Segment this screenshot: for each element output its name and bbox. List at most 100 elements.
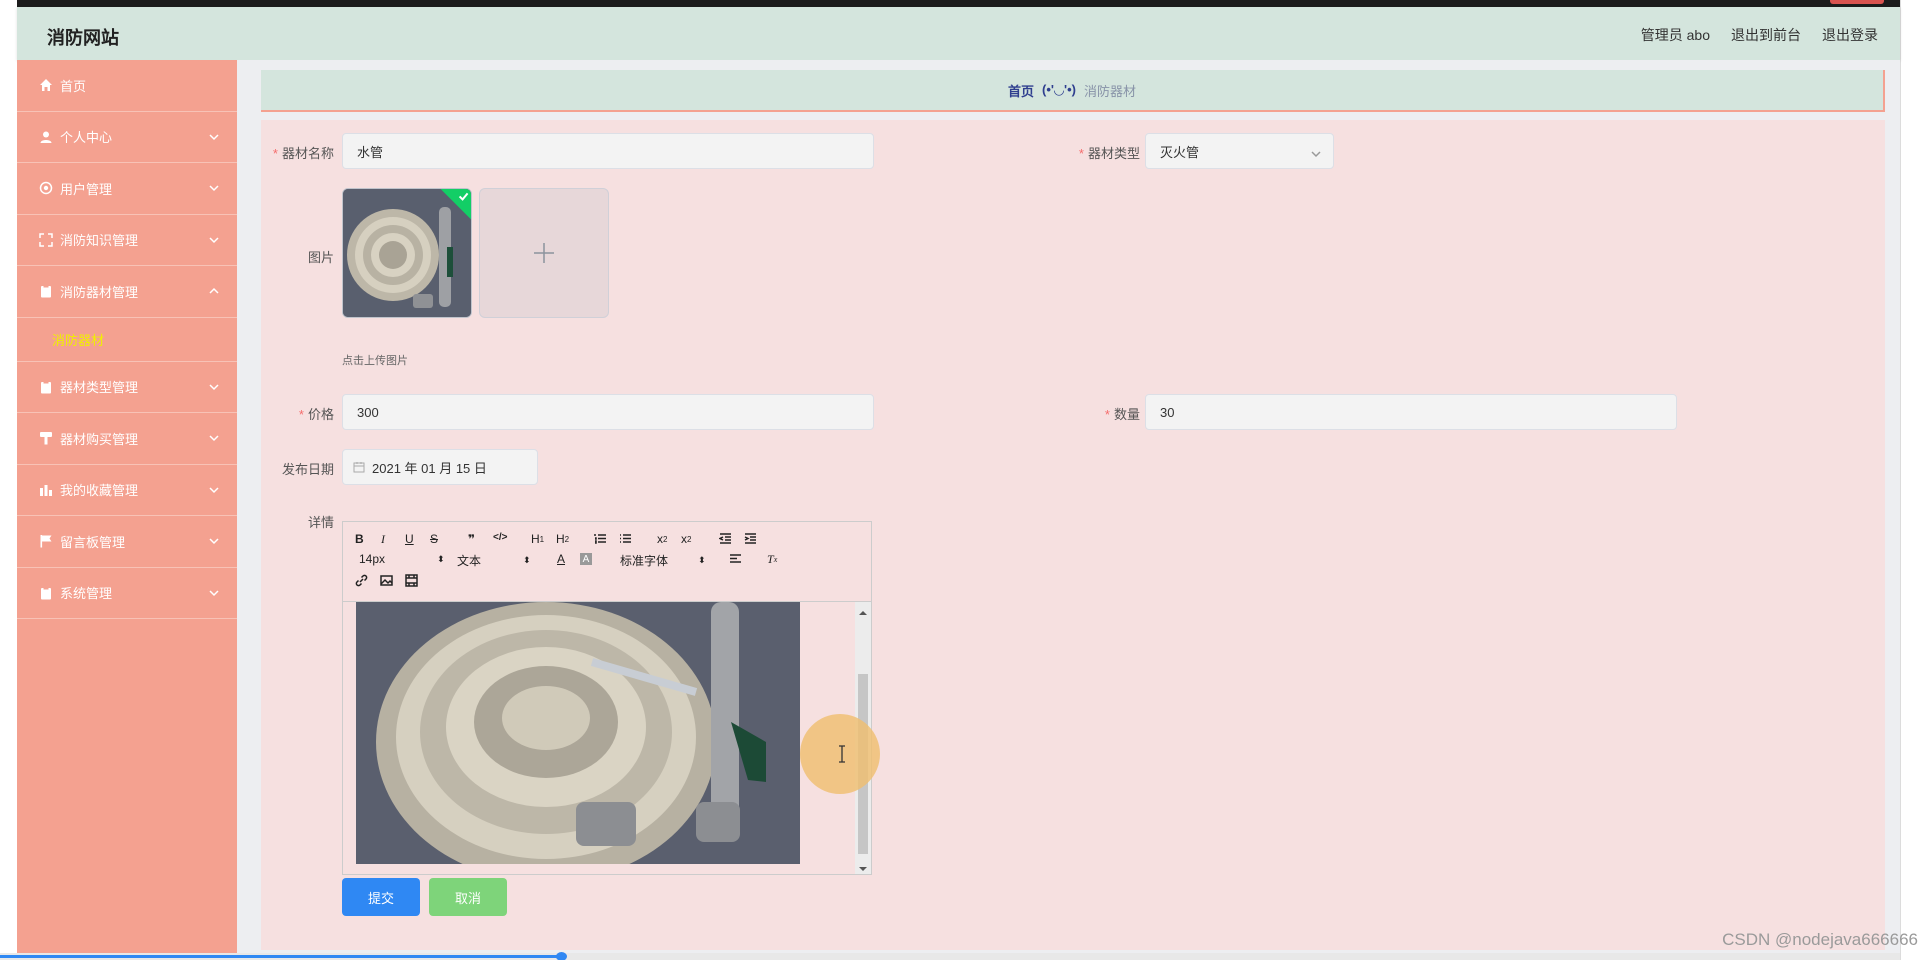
top-header: 消防网站 管理员 abo 退出到前台 退出登录 bbox=[17, 7, 1900, 60]
chevron-down-icon bbox=[209, 130, 219, 140]
text-cursor-icon bbox=[838, 745, 846, 763]
watermark: CSDN @nodejava666666 bbox=[1722, 930, 1918, 949]
sidebar-item-equipment-management[interactable]: 消防器材管理 bbox=[17, 266, 237, 318]
superscript-button[interactable]: x2 bbox=[681, 532, 691, 546]
settings-icon bbox=[39, 181, 53, 195]
detail-label: 详情 bbox=[307, 515, 334, 530]
sidebar-item-home[interactable]: 首页 bbox=[17, 60, 237, 112]
window-close-area[interactable] bbox=[1830, 0, 1884, 4]
sidebar-item-label: 个人中心 bbox=[60, 130, 113, 146]
breadcrumb-current: 消防器材 bbox=[1083, 83, 1136, 99]
breadcrumb-home[interactable]: 首页 bbox=[1008, 81, 1034, 100]
submit-button[interactable]: 提交 bbox=[342, 878, 420, 916]
window-scrollbar[interactable] bbox=[1900, 0, 1920, 960]
select-arrows-icon: ⬍ bbox=[523, 555, 531, 565]
date-picker[interactable]: 2021 年 01 月 15 日 bbox=[342, 449, 538, 485]
sidebar-item-label: 留言板管理 bbox=[60, 534, 126, 550]
submenu-item-equipment[interactable]: 消防器材 bbox=[17, 318, 237, 362]
uploaded-image-thumb[interactable] bbox=[342, 188, 472, 318]
background-color-button[interactable]: A bbox=[580, 553, 592, 565]
sidebar-item-label: 我的收藏管理 bbox=[60, 483, 139, 499]
video-button[interactable] bbox=[405, 574, 418, 587]
sidebar-item-type-management[interactable]: 器材类型管理 bbox=[17, 362, 237, 413]
window-top-strip bbox=[0, 0, 1920, 7]
scroll-down-icon[interactable] bbox=[858, 861, 868, 871]
text-type-select[interactable]: 文本 ⬍ bbox=[457, 552, 531, 569]
date-label: 发布日期 bbox=[281, 462, 334, 477]
name-input[interactable]: 水管 bbox=[342, 133, 874, 169]
sidebar-item-system-management[interactable]: 系统管理 bbox=[17, 568, 237, 619]
bold-button[interactable]: B bbox=[355, 532, 364, 546]
indent-icon bbox=[744, 533, 756, 544]
editor-content[interactable] bbox=[343, 602, 871, 874]
main-content: 首页 (•'◡'•) 消防器材 *器材名称 水管 *器材类型 灭火管 图片 bbox=[237, 60, 1900, 960]
subscript-button[interactable]: x2 bbox=[657, 532, 667, 546]
admin-label: 管理员 abo bbox=[1640, 27, 1710, 43]
blockquote-button[interactable]: ❞ bbox=[468, 532, 475, 546]
date-value: 2021 年 01 月 15 日 bbox=[372, 460, 487, 476]
select-arrows-icon: ⬍ bbox=[698, 555, 706, 565]
indent-button[interactable] bbox=[744, 532, 757, 545]
cancel-button[interactable]: 取消 bbox=[429, 878, 507, 916]
logout-link[interactable]: 退出登录 bbox=[1822, 25, 1878, 45]
video-progress-bar[interactable] bbox=[0, 952, 1900, 960]
image-button[interactable] bbox=[380, 574, 393, 587]
chevron-down-icon bbox=[1311, 147, 1321, 158]
type-select-value: 灭火管 bbox=[1160, 144, 1200, 160]
to-frontend-link[interactable]: 退出到前台 bbox=[1731, 25, 1801, 45]
strike-button[interactable]: S bbox=[430, 532, 438, 546]
chevron-down-icon bbox=[209, 380, 219, 390]
link-icon bbox=[355, 574, 368, 587]
equipment-form: * 器材名称 水管 * 器材类型 灭火管 图片 点击上传图片 * 价格 300 … bbox=[261, 120, 1885, 950]
sidebar-item-purchase-management[interactable]: 器材购买管理 bbox=[17, 413, 237, 465]
quantity-input[interactable]: 30 bbox=[1145, 394, 1677, 430]
progress-fill bbox=[0, 955, 562, 958]
italic-button[interactable]: I bbox=[381, 532, 385, 547]
sidebar-item-favorites-management[interactable]: 我的收藏管理 bbox=[17, 465, 237, 516]
price-input[interactable]: 300 bbox=[342, 394, 874, 430]
sidebar-item-label: 消防器材管理 bbox=[60, 284, 139, 300]
chevron-down-icon bbox=[209, 483, 219, 493]
font-color-button[interactable]: A bbox=[557, 552, 565, 566]
clipboard-icon bbox=[39, 380, 53, 394]
h2-button[interactable]: H2 bbox=[556, 532, 569, 546]
clipboard-icon bbox=[39, 284, 53, 298]
sidebar-item-label: 器材购买管理 bbox=[60, 431, 139, 447]
sidebar-item-label: 用户管理 bbox=[60, 181, 113, 197]
chevron-down-icon bbox=[209, 181, 219, 192]
chevron-up-icon bbox=[209, 284, 219, 294]
link-button[interactable] bbox=[355, 574, 368, 587]
bullet-list-icon bbox=[620, 534, 631, 543]
image-icon bbox=[380, 575, 393, 586]
sidebar-item-message-board[interactable]: 留言板管理 bbox=[17, 516, 237, 568]
select-arrows-icon: ⬍ bbox=[437, 553, 445, 564]
name-label: * 器材名称 bbox=[272, 146, 334, 161]
sidebar-item-knowledge-management[interactable]: 消防知识管理 bbox=[17, 215, 237, 266]
chevron-down-icon bbox=[209, 431, 219, 442]
fullscreen-icon bbox=[39, 233, 53, 247]
breadcrumb: 首页 (•'◡'•) 消防器材 bbox=[261, 70, 1885, 112]
align-left-icon bbox=[730, 554, 741, 563]
image-label: 图片 bbox=[307, 250, 334, 265]
align-button[interactable] bbox=[729, 552, 742, 565]
outdent-button[interactable] bbox=[719, 532, 732, 545]
upload-image-button[interactable] bbox=[479, 188, 609, 318]
chevron-down-icon bbox=[209, 534, 219, 545]
underline-button[interactable]: U bbox=[405, 532, 414, 546]
chart-icon bbox=[39, 483, 53, 497]
clear-format-button[interactable]: Tx bbox=[767, 552, 777, 567]
type-select[interactable]: 灭火管 bbox=[1145, 133, 1334, 169]
code-block-button[interactable]: </> bbox=[493, 532, 507, 543]
editor-toolbar: B I U S ❞ </> H1 H2 x2 x2 14px ⬍ 文本 ⬍ A A … bbox=[343, 522, 871, 602]
progress-knob[interactable] bbox=[556, 952, 567, 960]
bullet-list-button[interactable] bbox=[619, 532, 632, 545]
scroll-up-icon[interactable] bbox=[858, 605, 868, 615]
font-size-select[interactable]: 14px ⬍ bbox=[359, 552, 445, 566]
sidebar-item-user-management[interactable]: 用户管理 bbox=[17, 163, 237, 215]
ordered-list-button[interactable] bbox=[594, 532, 607, 545]
font-family-select[interactable]: 标准字体 ⬍ bbox=[620, 552, 706, 569]
chevron-down-icon bbox=[209, 586, 219, 596]
flag-icon bbox=[39, 534, 53, 548]
sidebar-item-personal-center[interactable]: 个人中心 bbox=[17, 112, 237, 163]
h1-button[interactable]: H1 bbox=[531, 532, 544, 546]
